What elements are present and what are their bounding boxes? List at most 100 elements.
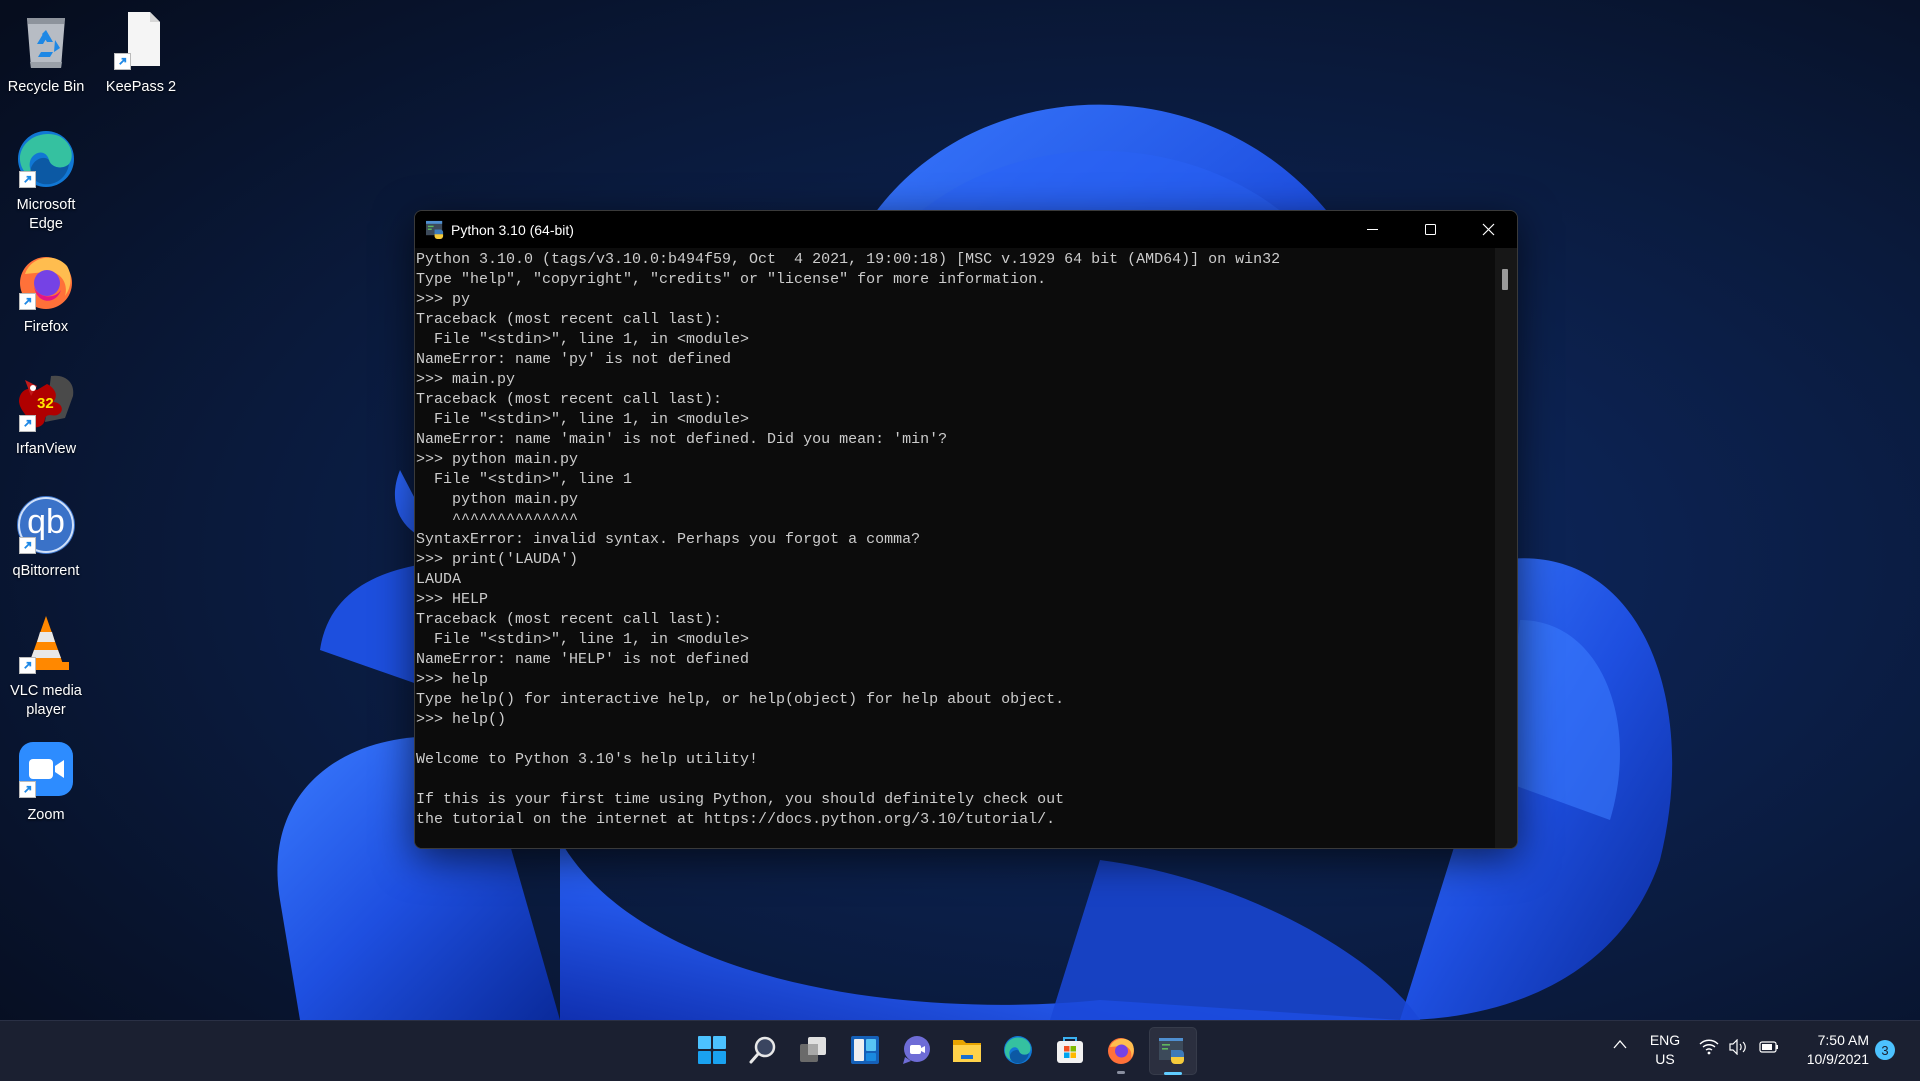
title-bar[interactable]: Python 3.10 (64-bit) [415, 211, 1517, 248]
search-icon [749, 1036, 776, 1064]
desktop-icon-edge[interactable]: Microsoft Edge [0, 128, 92, 234]
folder-icon [953, 1040, 981, 1062]
python-console-window[interactable]: Python 3.10 (64-bit) Python 3.10.0 (tags… [414, 210, 1518, 849]
console-line: >>> help [416, 671, 489, 688]
show-hidden-icons-button[interactable] [1612, 1037, 1628, 1054]
console-line: >>> main.py [416, 371, 516, 388]
python-icon [1159, 1038, 1184, 1064]
edge-icon [1004, 1036, 1032, 1064]
taskbar-chat-button[interactable] [893, 1027, 939, 1073]
notification-badge[interactable]: 3 [1875, 1040, 1895, 1060]
console-line: Traceback (most recent call last): [416, 611, 723, 628]
language-code: ENG [1649, 1032, 1681, 1048]
firefox-icon [1108, 1038, 1134, 1064]
desktop-icon-label: Microsoft Edge [16, 197, 76, 232]
desktop-icon-keepass[interactable]: KeePass 2 [95, 10, 187, 97]
console-line: Type help() for interactive help, or hel… [416, 691, 1065, 708]
desktop-icon-label: IrfanView [15, 441, 77, 457]
language-indicator[interactable]: ENG US [1648, 1031, 1682, 1069]
vlc-icon [15, 614, 77, 676]
firefox-icon [15, 250, 77, 312]
console-line: >>> print('LAUDA') [416, 551, 579, 568]
active-indicator [1164, 1072, 1182, 1075]
clock[interactable]: 7:50 AM 10/9/2021 [1795, 1031, 1869, 1069]
console-line: >>> py [416, 291, 471, 308]
maximize-button[interactable] [1401, 211, 1459, 248]
shortcut-arrow-icon [19, 537, 36, 554]
shortcut-arrow-icon [19, 781, 36, 798]
task-view-icon [800, 1037, 826, 1062]
taskbar-python-button[interactable] [1149, 1027, 1197, 1075]
taskbar-widgets-button[interactable] [842, 1027, 888, 1073]
taskbar-edge-button[interactable] [995, 1027, 1041, 1073]
shortcut-arrow-icon [19, 657, 36, 674]
maximize-icon [1424, 224, 1436, 235]
edge-icon [15, 128, 77, 190]
console-line: File "<stdin>", line 1, in <module> [416, 631, 750, 648]
console-line: >>> HELP [416, 591, 489, 608]
taskbar-start-button[interactable] [689, 1027, 735, 1073]
close-icon [1482, 223, 1494, 236]
taskbar-store-button[interactable] [1047, 1027, 1093, 1073]
console-line: NameError: name 'main' is not defined. D… [416, 431, 948, 448]
taskbar-search-button[interactable] [740, 1027, 786, 1073]
console-line: >>> python main.py [416, 451, 579, 468]
shortcut-arrow-icon [114, 53, 131, 70]
desktop-icon-label: Recycle Bin [7, 79, 85, 95]
zoom-icon [15, 738, 77, 800]
wifi-icon [1699, 1039, 1719, 1055]
console-line: python main.py [416, 491, 579, 508]
clock-date: 10/9/2021 [1806, 1051, 1869, 1067]
window-title: Python 3.10 (64-bit) [451, 221, 574, 238]
desktop-icon-qbittorrent[interactable]: qb qBittorrent [0, 494, 92, 581]
desktop-icon-recycle-bin[interactable]: Recycle Bin [0, 10, 92, 97]
taskbar: ENG US 7:50 AM 10/9/2021 3 [0, 1020, 1920, 1081]
close-button[interactable] [1459, 211, 1517, 248]
desktop-icon-label: qBittorrent [12, 563, 80, 579]
console-line: File "<stdin>", line 1, in <module> [416, 331, 750, 348]
clock-time: 7:50 AM [1817, 1032, 1869, 1048]
desktop-icon-label: Zoom [27, 807, 65, 823]
irfanview-icon: 32 [15, 372, 77, 434]
desktop-icon-label: KeePass 2 [105, 79, 177, 95]
console-line: ^^^^^^^^^^^^^^ [416, 511, 579, 528]
volume-icon [1729, 1039, 1746, 1055]
running-indicator [1117, 1071, 1125, 1074]
qbittorrent-glyph: qb [27, 503, 65, 541]
console-line: Python 3.10.0 (tags/v3.10.0:b494f59, Oct… [416, 251, 1281, 268]
store-icon [1057, 1037, 1083, 1063]
desktop-icon-firefox[interactable]: Firefox [0, 250, 92, 337]
console-line: LAUDA [416, 571, 462, 588]
console-line: >>> help() [416, 711, 507, 728]
vertical-scrollbar[interactable] [1495, 248, 1517, 848]
console-line: Traceback (most recent call last): [416, 391, 723, 408]
console-line: File "<stdin>", line 1, in <module> [416, 411, 750, 428]
file-icon [110, 10, 172, 72]
shortcut-arrow-icon [19, 171, 36, 188]
windows-start-icon [698, 1036, 726, 1064]
taskbar-file-explorer-button[interactable] [944, 1027, 990, 1073]
shortcut-arrow-icon [19, 293, 36, 310]
minimize-button[interactable] [1343, 211, 1401, 248]
console-line: If this is your first time using Python,… [416, 791, 1065, 808]
minimize-icon [1366, 229, 1378, 230]
desktop-icon-vlc[interactable]: VLC media player [0, 614, 92, 720]
console-line: NameError: name 'HELP' is not defined [416, 651, 750, 668]
scrollbar-thumb[interactable] [1502, 269, 1508, 290]
console-output[interactable]: Python 3.10.0 (tags/v3.10.0:b494f59, Oct… [415, 248, 1495, 848]
desktop-icon-irfanview[interactable]: 32 IrfanView [0, 372, 92, 459]
chat-icon [903, 1036, 930, 1064]
taskbar-task-view-button[interactable] [790, 1027, 836, 1073]
taskbar-firefox-button[interactable] [1098, 1027, 1144, 1074]
chevron-up-icon [1613, 1040, 1627, 1049]
irfanview-badge: 32 [37, 395, 54, 412]
notification-count: 3 [1881, 1042, 1889, 1058]
network-volume-battery-button[interactable] [1699, 1039, 1779, 1055]
desktop-icon-zoom[interactable]: Zoom [0, 738, 92, 825]
python-icon [426, 220, 444, 239]
console-text: Python 3.10.0 (tags/v3.10.0:b494f59, Oct… [415, 250, 1495, 830]
console-line: Traceback (most recent call last): [416, 311, 723, 328]
desktop-icon-label: VLC media player [10, 683, 82, 718]
